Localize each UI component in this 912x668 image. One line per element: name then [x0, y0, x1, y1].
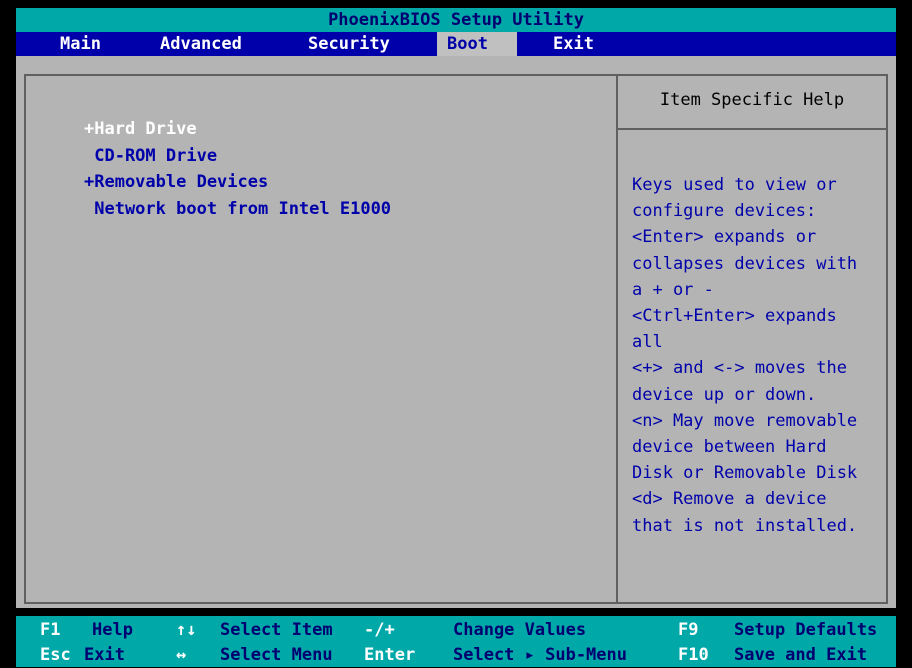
plus-minus-key: -/+: [364, 620, 395, 640]
f10-key: F10: [678, 645, 709, 665]
help-text: Keys used to view or configure devices: …: [632, 172, 882, 539]
help-line: a + or -: [632, 279, 714, 300]
help-panel: Item Specific Help Keys used to view or …: [618, 74, 888, 604]
help-divider: [618, 128, 886, 130]
menu-bar: Main Advanced Security Boot Exit: [16, 32, 896, 56]
boot-item-network-boot[interactable]: Network boot from Intel E1000: [84, 196, 391, 223]
boot-item-cdrom-drive[interactable]: CD-ROM Drive: [84, 143, 391, 170]
menu-security[interactable]: Security: [308, 32, 390, 56]
up-down-arrows-icon: ↑↓: [176, 620, 197, 640]
help-line: Disk or Removable Disk: [632, 463, 858, 484]
enter-desc: Select ▸ Sub-Menu: [453, 645, 627, 665]
help-line: Keys used to view or: [632, 175, 837, 195]
esc-desc: Exit: [84, 645, 125, 665]
menu-main[interactable]: Main: [60, 32, 101, 56]
esc-key: Esc: [40, 645, 71, 665]
left-right-arrows-icon: ↔: [176, 645, 187, 665]
help-title: Item Specific Help: [659, 90, 845, 110]
updown-desc: Select Item: [220, 620, 333, 640]
f9-key: F9: [678, 620, 699, 640]
boot-item-hard-drive[interactable]: +Hard Drive: [84, 116, 391, 143]
help-line: collapses devices with: [632, 253, 858, 274]
f10-desc: Save and Exit: [734, 645, 868, 665]
f1-key: F1: [40, 620, 61, 640]
help-line: <+> and <-> moves the: [632, 358, 847, 379]
help-line: all: [632, 332, 663, 353]
help-line: device up or down.: [632, 384, 817, 405]
help-line: <d> Remove a device: [632, 489, 827, 510]
help-line: <Enter> expands or: [632, 227, 817, 248]
bios-screen: PhoenixBIOS Setup Utility Main Advanced …: [0, 0, 912, 667]
menu-boot[interactable]: Boot: [437, 32, 517, 56]
enter-key: Enter: [364, 645, 416, 665]
menu-advanced[interactable]: Advanced: [160, 32, 242, 56]
f9-desc: Setup Defaults: [734, 620, 878, 640]
boot-item-removable-devices[interactable]: +Removable Devices: [84, 169, 391, 196]
help-line: <n> May move removable: [632, 410, 858, 431]
help-line: <Ctrl+Enter> expands: [632, 306, 837, 327]
help-line: that is not installed.: [632, 515, 858, 536]
help-line: device between Hard: [632, 437, 827, 458]
f1-desc: Help: [92, 620, 133, 640]
plusminus-desc: Change Values: [453, 620, 587, 640]
key-legend-bar: F1 Help ↑↓ Select Item -/+ Change Values…: [16, 616, 896, 667]
window-title: PhoenixBIOS Setup Utility: [16, 8, 896, 32]
help-line: configure devices:: [632, 201, 817, 222]
leftright-desc: Select Menu: [220, 645, 333, 665]
menu-exit[interactable]: Exit: [553, 32, 594, 56]
boot-order-list: +Hard Drive CD-ROM Drive +Removable Devi…: [84, 116, 391, 222]
